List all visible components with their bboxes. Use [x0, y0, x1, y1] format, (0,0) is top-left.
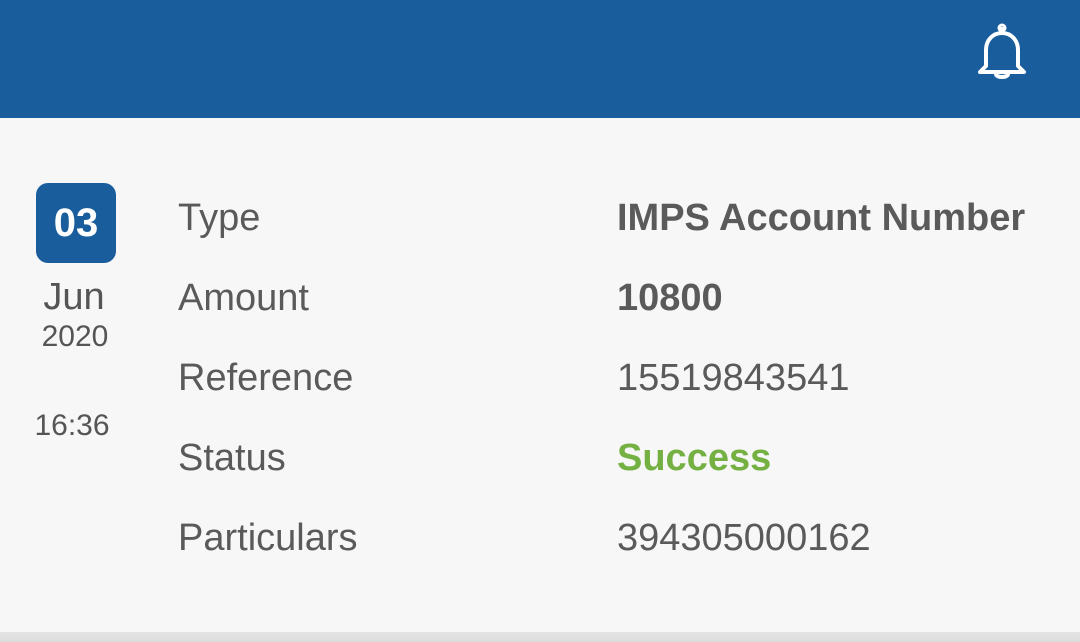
- card-bottom-divider: [0, 632, 1080, 642]
- date-month: Jun: [43, 276, 105, 318]
- amount-label: Amount: [178, 277, 309, 319]
- type-label: Type: [178, 197, 261, 239]
- reference-value: 15519843541: [617, 357, 850, 399]
- amount-value: 10800: [617, 277, 723, 319]
- top-app-bar: [0, 0, 1080, 118]
- particulars-label: Particulars: [178, 517, 358, 559]
- bell-icon[interactable]: [974, 22, 1030, 80]
- particulars-value: 394305000162: [617, 517, 871, 559]
- type-value: IMPS Account Number: [617, 197, 1026, 239]
- date-year: 2020: [41, 320, 109, 353]
- status-label: Status: [178, 437, 286, 479]
- reference-label: Reference: [178, 357, 354, 399]
- status-value: Success: [617, 437, 772, 479]
- date-day-badge: 03: [36, 183, 116, 263]
- transaction-time: 16:36: [34, 409, 110, 442]
